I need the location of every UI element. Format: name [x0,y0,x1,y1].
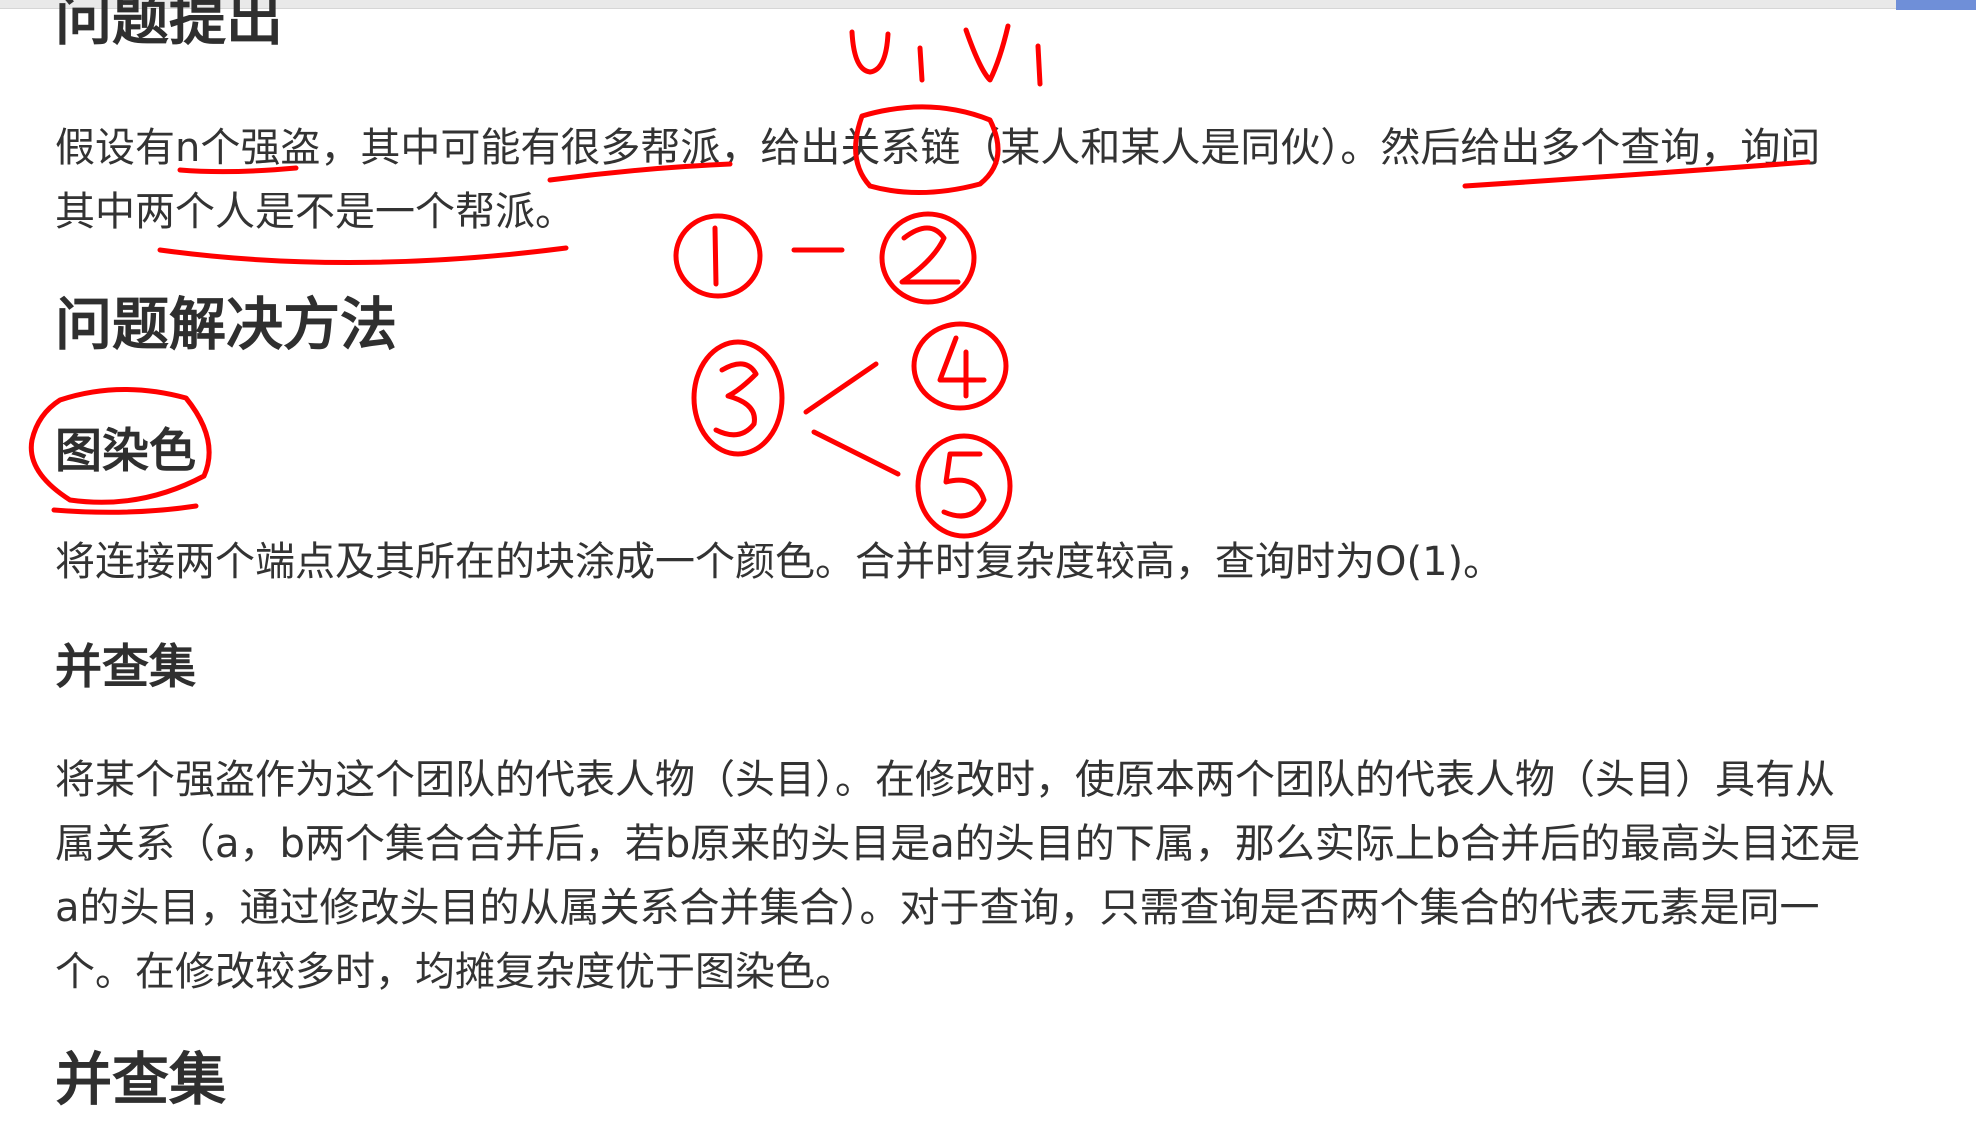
coloring-paragraph: 将连接两个端点及其所在的块涂成一个颜色。合并时复杂度较高，查询时为O(1)。 [55,530,1945,594]
union-find-paragraph: 将某个强盗作为这个团队的代表人物（头目）。在修改时，使原本两个团队的代表人物（头… [55,748,1945,1004]
heading-union-find-2: 并查集 [55,1047,226,1113]
heading-union-find: 并查集 [55,640,196,695]
problem-line-2: 其中两个人是不是一个帮派。 [55,189,575,235]
union-find-line-3: a的头目，通过修改头目的从属关系合并集合）。对于查询，只需查询是否两个集合的代表… [55,885,1820,931]
coloring-text: 将连接两个端点及其所在的块涂成一个颜色。合并时复杂度较高，查询时为O(1)。 [55,539,1504,585]
heading-solution: 问题解决方法 [55,292,397,358]
union-find-line-4: 个。在修改较多时，均摊复杂度优于图染色。 [55,949,855,995]
problem-paragraph: 假设有n个强盗，其中可能有很多帮派，给出关系链（某人和某人是同伙）。然后给出多个… [55,116,1945,244]
heading-coloring: 图染色 [55,424,196,479]
union-find-line-1: 将某个强盗作为这个团队的代表人物（头目）。在修改时，使原本两个团队的代表人物（头… [55,757,1835,803]
problem-line-1: 假设有n个强盗，其中可能有很多帮派，给出关系链（某人和某人是同伙）。然后给出多个… [55,125,1821,171]
heading-problem: 问题提出 [55,0,283,53]
union-find-line-2: 属关系（a，b两个集合合并后，若b原来的头目是a的头目的下属，那么实际上b合并后… [55,821,1861,867]
document-content: 问题提出 假设有n个强盗，其中可能有很多帮派，给出关系链（某人和某人是同伙）。然… [0,0,1976,1138]
